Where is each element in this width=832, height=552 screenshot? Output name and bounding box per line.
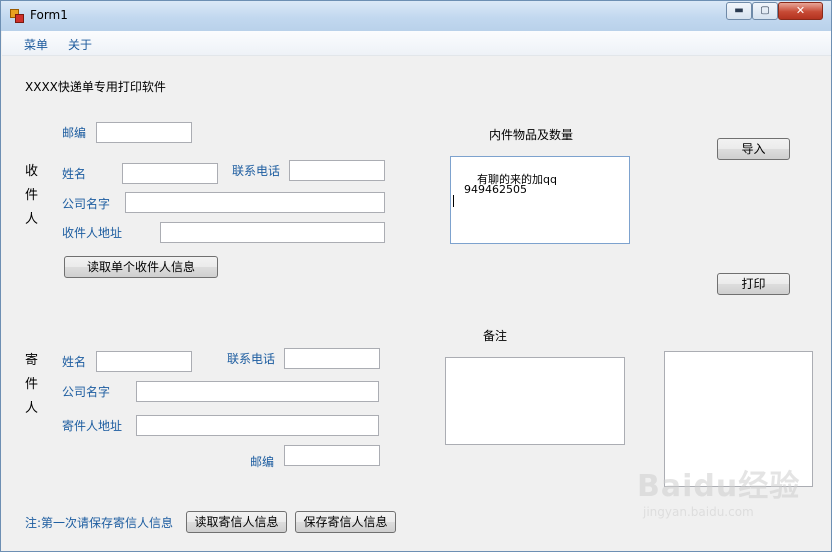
print-button[interactable]: 打印 — [717, 273, 790, 295]
contents-label: 内件物品及数量 — [489, 128, 574, 142]
remarks-textarea[interactable] — [445, 357, 625, 445]
baidu-watermark: Baidu经验 jingyan.baidu.com — [637, 461, 800, 519]
menu-item-menu[interactable]: 菜单 — [24, 36, 48, 53]
sender-company-input[interactable] — [136, 381, 379, 402]
sender-address-input[interactable] — [136, 415, 379, 436]
sender-name-label: 姓名 — [62, 355, 87, 369]
recipient-address-label: 收件人地址 — [62, 226, 123, 240]
recipient-side-label: 收件人 — [25, 164, 39, 227]
maximize-button[interactable]: ▢ — [752, 2, 778, 20]
watermark-logo: Baidu经验 — [637, 469, 801, 504]
close-button[interactable]: ✕ — [778, 2, 823, 20]
recipient-company-label: 公司名字 — [62, 197, 111, 211]
menu-item-about[interactable]: 关于 — [68, 36, 92, 53]
minimize-button[interactable]: ▬ — [726, 2, 752, 20]
title-bar[interactable]: Form1 ▬ ▢ ✕ — [1, 1, 831, 31]
sender-postcode-label: 邮编 — [250, 455, 275, 469]
app-icon — [10, 9, 24, 23]
note-text: 注:第一次请保存寄信人信息 — [25, 516, 174, 530]
sender-side-label: 寄件人 — [25, 353, 39, 416]
sender-company-label: 公司名字 — [62, 385, 111, 399]
recipient-phone-input[interactable] — [289, 160, 385, 181]
main-window: Form1 ▬ ▢ ✕ 菜单 关于 XXXX快递单专用打印软件 收件人 邮编 姓… — [0, 0, 832, 552]
remarks-label: 备注 — [483, 329, 508, 343]
menu-bar: 菜单 关于 — [2, 31, 831, 56]
text-caret — [453, 195, 454, 207]
sender-phone-input[interactable] — [284, 348, 380, 369]
recipient-company-input[interactable] — [125, 192, 385, 213]
recipient-name-label: 姓名 — [62, 167, 87, 181]
sender-phone-label: 联系电话 — [227, 352, 276, 366]
sender-postcode-input[interactable] — [284, 445, 380, 466]
read-recipient-button[interactable]: 读取单个收件人信息 — [64, 256, 218, 278]
recipient-phone-label: 联系电话 — [232, 164, 281, 178]
read-sender-button[interactable]: 读取寄信人信息 — [186, 511, 287, 533]
save-sender-button[interactable]: 保存寄信人信息 — [295, 511, 396, 533]
contents-textarea[interactable]: 有聊的来的加qq 949462505 — [450, 156, 630, 244]
watermark-url: jingyan.baidu.com — [643, 505, 754, 519]
sender-address-label: 寄件人地址 — [62, 419, 123, 433]
import-button[interactable]: 导入 — [717, 138, 790, 160]
sender-name-input[interactable] — [96, 351, 192, 372]
contents-line-2: 949462505 — [464, 183, 527, 196]
recipient-postcode-input[interactable] — [96, 122, 192, 143]
app-heading: XXXX快递单专用打印软件 — [25, 80, 166, 94]
recipient-address-input[interactable] — [160, 222, 385, 243]
window-title: Form1 — [30, 8, 68, 22]
recipient-name-input[interactable] — [122, 163, 218, 184]
recipient-postcode-label: 邮编 — [62, 126, 87, 140]
